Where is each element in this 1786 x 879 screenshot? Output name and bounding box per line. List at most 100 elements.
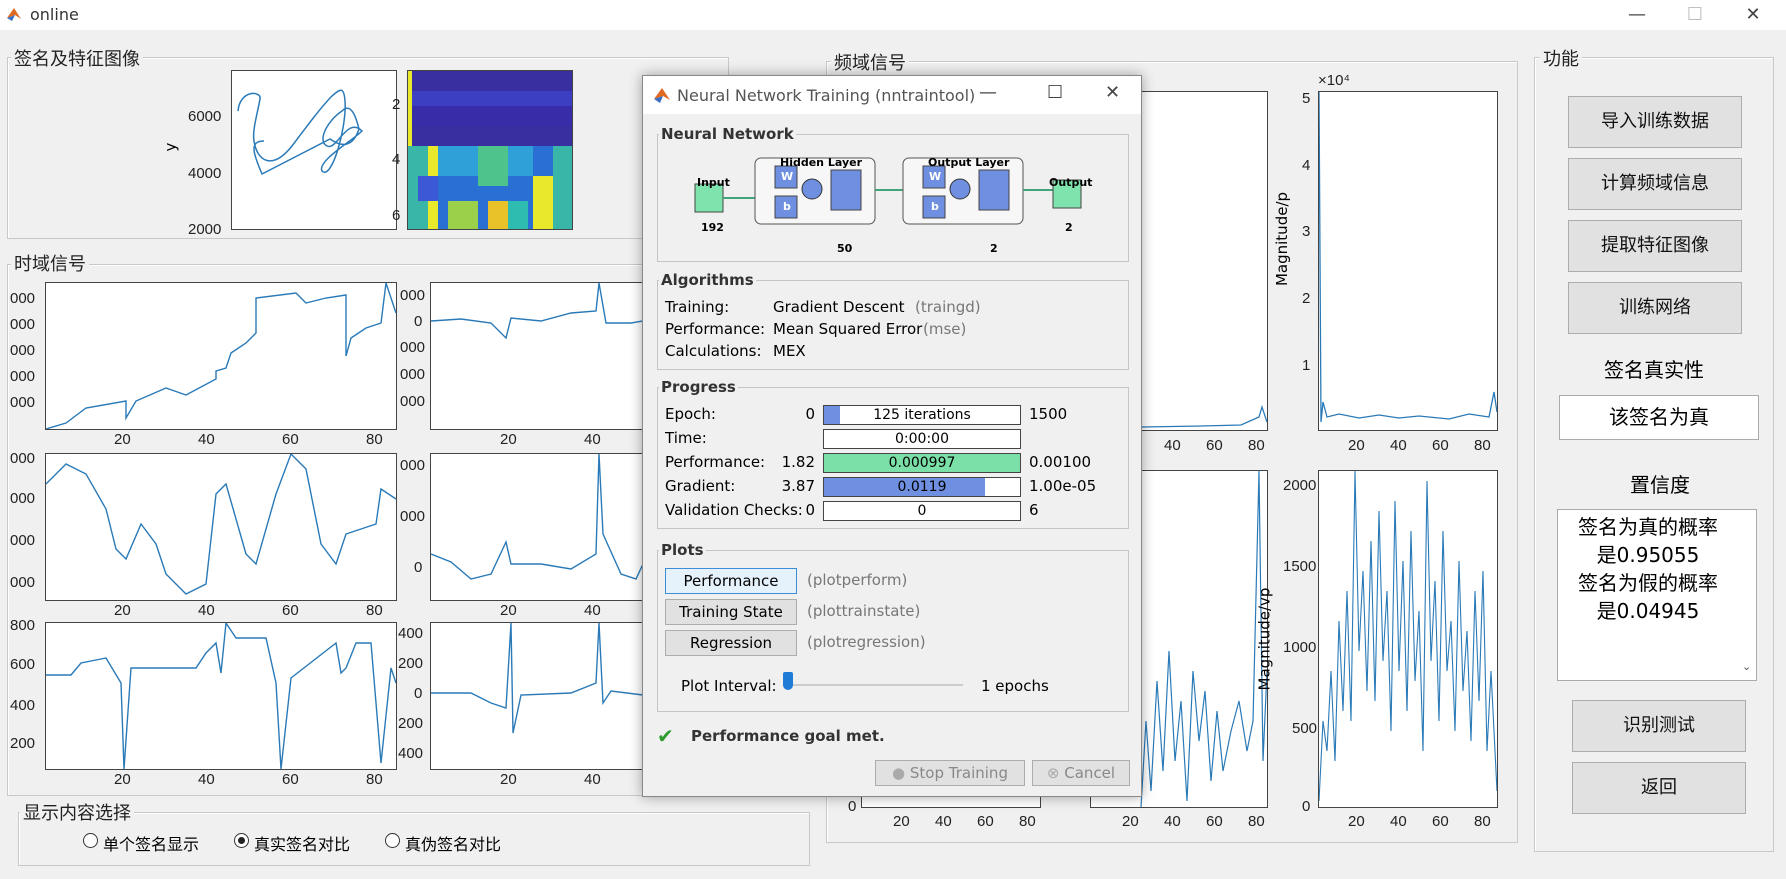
cancel-button[interactable]: ⊗ Cancel xyxy=(1032,760,1130,786)
weight-w-label: W xyxy=(929,170,942,183)
xtick: 60 xyxy=(1432,813,1449,830)
alg-label: Training: xyxy=(665,298,730,316)
xtick: 80 xyxy=(366,771,383,788)
extract-feature-button[interactable]: 提取特征图像 xyxy=(1568,220,1742,272)
ytick: 000 xyxy=(400,508,426,525)
time-axes-r3c1 xyxy=(45,620,397,770)
progress-bar: 0:00:00 xyxy=(823,429,1021,449)
radio-button[interactable] xyxy=(83,833,98,848)
xtick: 60 xyxy=(1432,437,1449,454)
weight-w-label: W xyxy=(781,170,794,183)
xtick: 20 xyxy=(114,602,131,619)
diagram-output-label: Output xyxy=(1049,176,1093,189)
confidence-label: 置信度 xyxy=(1630,473,1690,497)
freq-axes-bottom-right xyxy=(1318,470,1498,808)
ytick: 1000 xyxy=(1283,639,1317,656)
stop-training-button[interactable]: ● Stop Training xyxy=(875,760,1025,786)
progress-start: 1.82 xyxy=(781,453,815,471)
ytick: 000 xyxy=(10,316,36,333)
ytick: 1 xyxy=(1302,357,1311,374)
freq-axes-top-mid xyxy=(1140,91,1268,431)
network-diagram xyxy=(694,157,1082,225)
progress-bar-text: 0.000997 xyxy=(888,455,956,471)
alg-fn: (mse) xyxy=(923,320,967,338)
xtick: 40 xyxy=(584,771,601,788)
plot-fn: (plottrainstate) xyxy=(807,602,921,620)
alg-label: Performance: xyxy=(665,320,766,338)
ytick: 0 xyxy=(414,559,423,576)
bias-b-label: b xyxy=(783,200,791,213)
progress-end: 1500 xyxy=(1029,405,1068,423)
plots-section-title: Plots xyxy=(659,541,706,559)
ytick: 3 xyxy=(1302,223,1311,240)
exponent-label: ×10⁴ xyxy=(1318,72,1350,89)
nntraintool-title: Neural Network Training (nntraintool) xyxy=(677,86,976,105)
feature-ytick: 4 xyxy=(392,151,401,168)
back-button[interactable]: 返回 xyxy=(1572,762,1746,814)
xtick: 60 xyxy=(282,602,299,619)
nnt-minimize-button[interactable]: — xyxy=(979,82,997,103)
minimize-button[interactable]: — xyxy=(1614,2,1660,28)
confidence-textbox[interactable]: 签名为真的概率 是0.95055 签名为假的概率 是0.04945 ⌄ xyxy=(1557,509,1757,681)
xtick: 80 xyxy=(366,602,383,619)
xtick: 80 xyxy=(1474,437,1491,454)
scroll-down-icon[interactable]: ⌄ xyxy=(1742,660,1751,673)
nn-section-title: Neural Network xyxy=(659,125,796,143)
signature-trajectory-axes xyxy=(231,70,397,230)
progress-label: Performance: xyxy=(665,453,766,471)
authenticity-result: 该签名为真 xyxy=(1559,395,1759,440)
cancel-label: Cancel xyxy=(1064,764,1116,782)
radio-label: 真伪签名对比 xyxy=(405,835,502,854)
xtick: 20 xyxy=(500,771,517,788)
xtick: 40 xyxy=(1390,437,1407,454)
plot-regression-button[interactable]: Regression xyxy=(665,630,797,656)
import-training-data-button[interactable]: 导入训练数据 xyxy=(1568,96,1742,148)
nnt-close-button[interactable]: ✕ xyxy=(1105,82,1120,103)
radio-button[interactable] xyxy=(385,833,400,848)
xtick: 40 xyxy=(935,813,952,830)
time-axes-r2c2 xyxy=(430,453,644,601)
xtick: 60 xyxy=(1206,813,1223,830)
ytick: 000 xyxy=(400,393,426,410)
confidence-line: 是0.95055 xyxy=(1596,543,1700,567)
freq-ylabel: Magnitude/p xyxy=(1273,191,1292,287)
ytick: 200 xyxy=(398,715,424,732)
ytick: 000 xyxy=(400,366,426,383)
progress-start: 0 xyxy=(805,405,815,423)
signature-panel-title: 签名及特征图像 xyxy=(11,45,143,71)
ytick: 4 xyxy=(1302,157,1311,174)
maximize-button[interactable]: ☐ xyxy=(1672,2,1718,28)
plot-interval-slider-track[interactable] xyxy=(783,684,963,686)
progress-end: 0.00100 xyxy=(1029,453,1092,471)
compute-frequency-button[interactable]: 计算频域信息 xyxy=(1568,158,1742,210)
ytick: 000 xyxy=(400,287,426,304)
time-axes-r1c1 xyxy=(45,282,397,430)
bias-b-label: b xyxy=(931,200,939,213)
plot-fn: (plotperform) xyxy=(807,571,908,589)
xtick: 80 xyxy=(1248,437,1265,454)
xtick: 20 xyxy=(500,431,517,448)
confidence-line: 签名为真的概率 xyxy=(1578,515,1718,539)
xtick: 40 xyxy=(198,431,215,448)
alg-value: Mean Squared Error xyxy=(773,320,923,338)
xtick: 60 xyxy=(1206,437,1223,454)
recognition-test-button[interactable]: 识别测试 xyxy=(1572,700,1746,752)
plot-training-state-button[interactable]: Training State xyxy=(665,599,797,625)
plot-interval-value: 1 epochs xyxy=(981,677,1049,695)
radio-button-selected[interactable] xyxy=(234,833,249,848)
nntraintool-titlebar: Neural Network Training (nntraintool) — … xyxy=(643,76,1141,114)
plot-interval-slider-thumb[interactable] xyxy=(783,672,793,690)
xtick: 20 xyxy=(1348,437,1365,454)
ytick: 000 xyxy=(400,339,426,356)
plot-performance-button[interactable]: Performance xyxy=(665,568,797,594)
xtick: 20 xyxy=(114,431,131,448)
algorithms-section-title: Algorithms xyxy=(659,271,756,289)
plot-fn: (plotregression) xyxy=(807,633,926,651)
training-status: Performance goal met. xyxy=(691,727,885,745)
time-signal-panel-title: 时域信号 xyxy=(11,250,89,276)
xtick: 20 xyxy=(1348,813,1365,830)
close-button[interactable]: ✕ xyxy=(1730,2,1776,28)
ytick: 000 xyxy=(10,574,36,591)
nnt-maximize-button[interactable]: ☐ xyxy=(1047,82,1063,103)
train-network-button[interactable]: 训练网络 xyxy=(1568,282,1742,334)
